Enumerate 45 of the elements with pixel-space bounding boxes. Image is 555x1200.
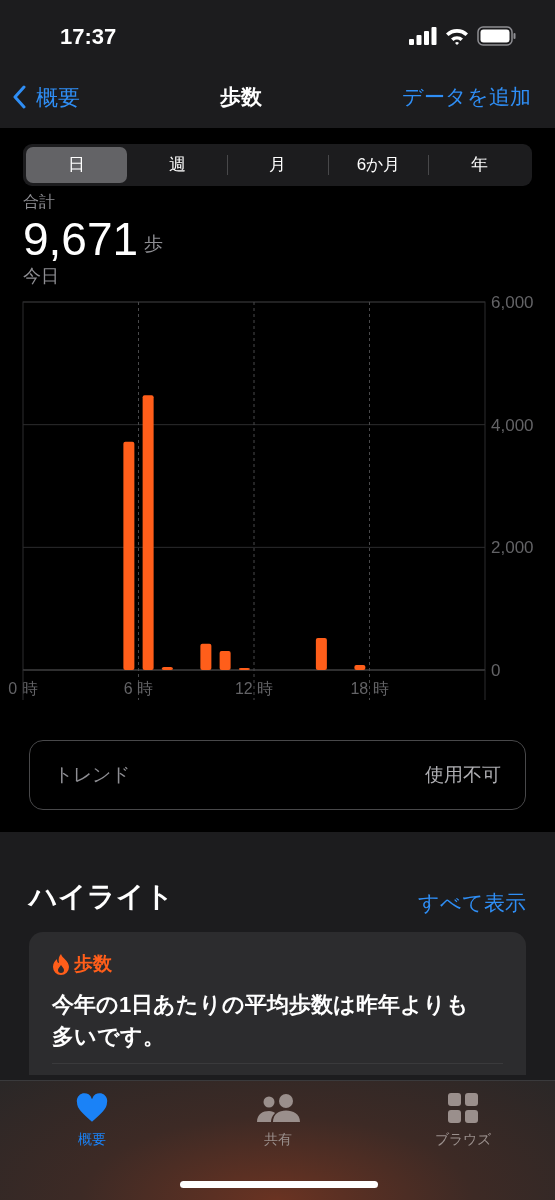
trend-value: 使用不可 [425,762,501,787]
x-axis-label: 0 時 [8,680,38,697]
trend-label: トレンド [54,762,130,787]
bar [161,666,173,670]
bar [200,643,212,670]
highlight-text: 今年の1日あたりの平均歩数は昨年よりも多いです。 [52,990,471,1051]
bar [219,651,231,670]
category-label: 歩数 [74,952,112,976]
tab-bar-item[interactable]: 概要 [40,1091,144,1150]
heart-icon [75,1093,109,1123]
y-axis-label: 0 [491,661,501,680]
tab-bar-item[interactable]: ブラウズ [411,1091,515,1150]
section-title: ハイライト [29,880,174,914]
tab-bar-item[interactable]: 共有 [225,1091,330,1150]
page-title: 歩数 [220,84,262,111]
status-time: 17:37 [60,22,117,51]
unit-label: 歩 [144,231,164,256]
step-total: 9,671 [23,214,139,264]
wifi-icon [445,27,469,45]
show-all-link[interactable]: すべて表示 [418,886,526,918]
signal-icon [409,27,437,45]
people-icon [254,1093,301,1123]
segment-tab[interactable]: 日 [26,147,127,183]
add-data-button[interactable]: データを追加 [402,81,531,113]
y-axis-label: 6,000 [491,293,534,312]
bar [315,638,327,670]
segment-tab[interactable]: 年 [429,147,529,183]
flame-icon [52,953,70,976]
back-button[interactable]: 概要 [12,80,80,114]
y-axis-label: 2,000 [491,538,534,558]
trend-row[interactable]: トレンド 使用不可 [29,740,526,810]
x-axis-label: 12 時 [234,680,274,697]
y-axis-label: 4,000 [491,415,534,435]
x-axis-label: 18 時 [350,680,389,697]
x-axis-label: 6 時 [123,680,154,697]
segment-tab[interactable]: 月 [228,147,328,183]
grid-icon [447,1092,479,1124]
battery-icon [477,26,517,46]
segment-tab[interactable]: 6か月 [328,147,429,183]
bar [354,665,366,670]
highlight-card[interactable]: 歩数 今年の1日あたりの平均歩数は昨年よりも多いです。 [29,932,526,1075]
period-label: 今日 [23,265,60,288]
total-label: 合計 [23,192,56,212]
segment-tab[interactable]: 週 [127,147,228,183]
chevron-left-icon [12,85,26,109]
